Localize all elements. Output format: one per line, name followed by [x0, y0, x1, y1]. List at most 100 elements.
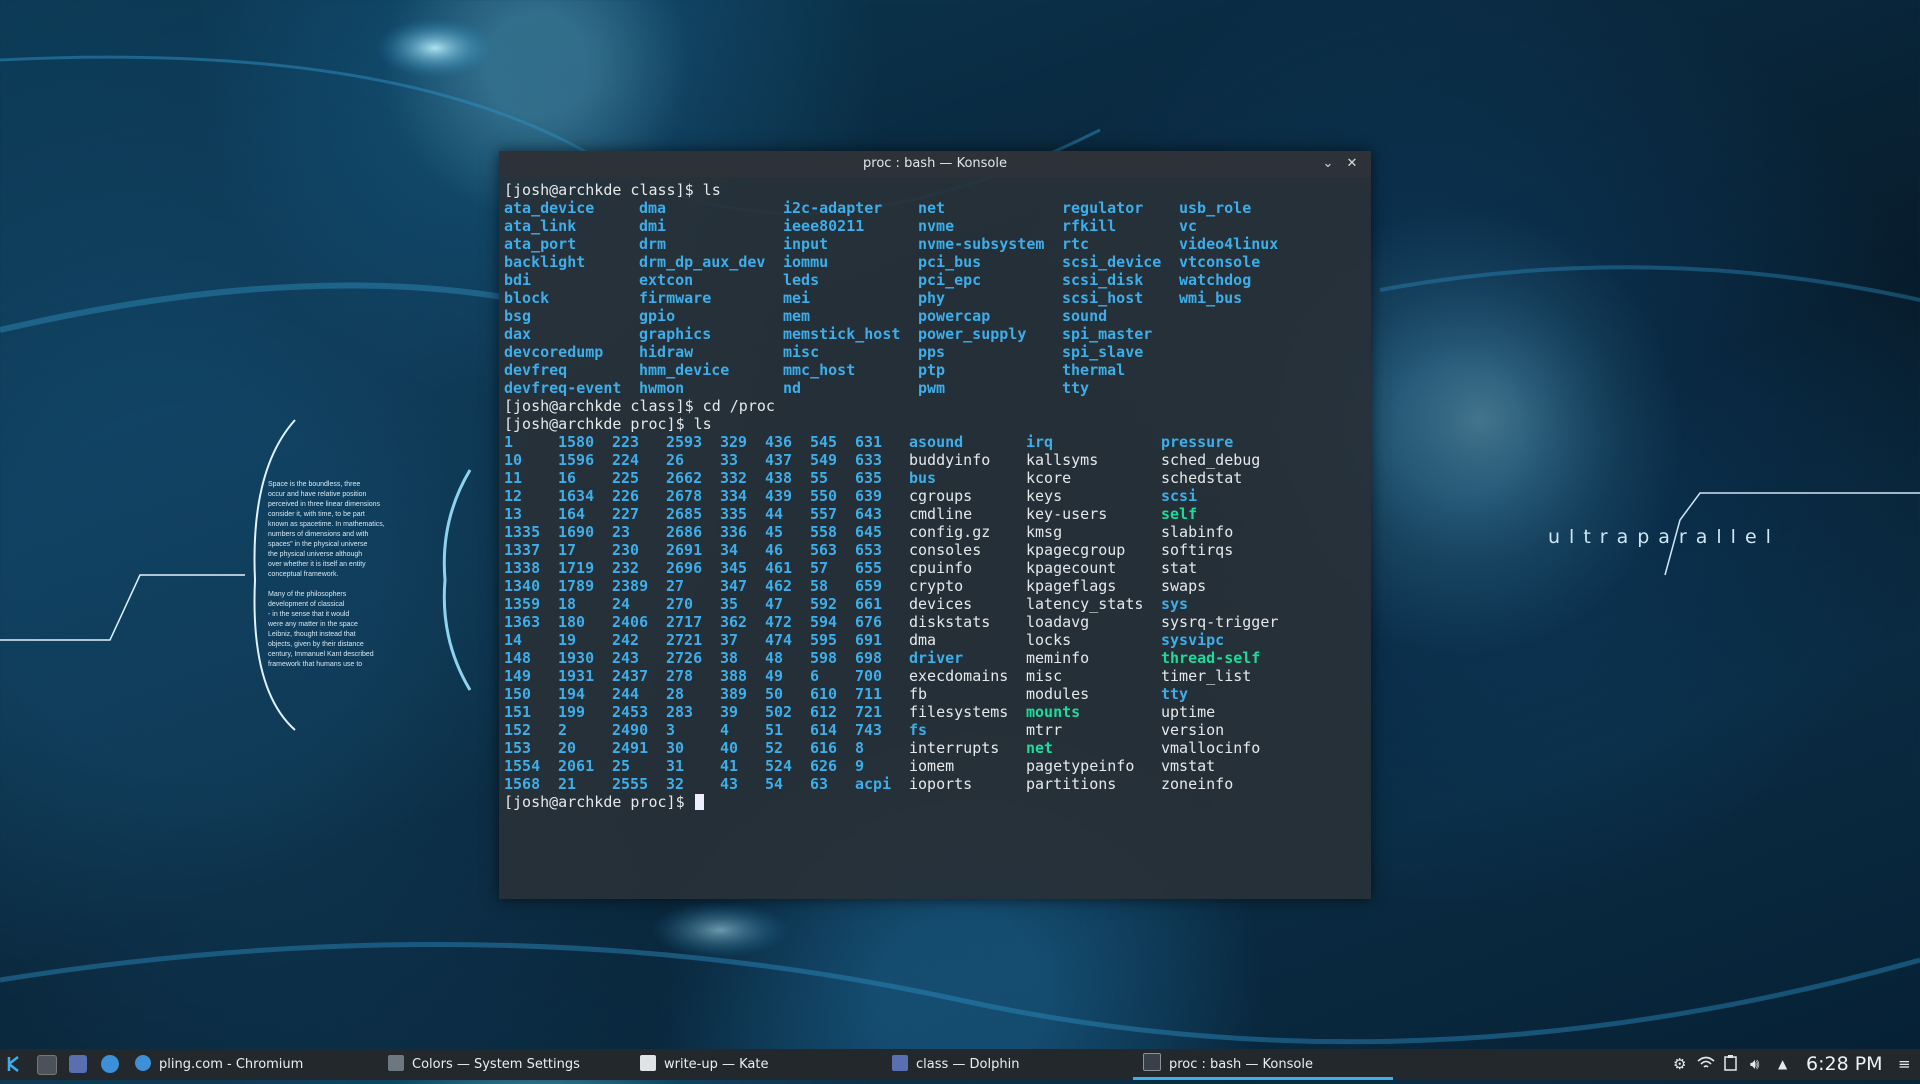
terminal-listing-row: 14 19 242 2721 37 474 595 691 dma locks sysvipc	[504, 631, 1364, 649]
listing-entry: 283	[666, 703, 694, 721]
listing-entry: 194	[558, 685, 586, 703]
listing-entry: timer_list	[1161, 667, 1252, 685]
application-launcher-icon[interactable]	[6, 1055, 24, 1073]
listing-entry: 34	[720, 541, 739, 559]
listing-entry: 711	[855, 685, 883, 703]
listing-entry: stat	[1161, 559, 1198, 577]
listing-entry: net	[918, 199, 946, 217]
listing-entry: mmc_host	[783, 361, 856, 379]
listing-entry: buddyinfo	[909, 451, 991, 469]
listing-entry: self	[1161, 505, 1198, 523]
listing-entry: 437	[765, 451, 793, 469]
terminal-output[interactable]: [josh@archkde class]$ ls ata_device dma i2c…	[504, 181, 1364, 891]
listing-entry: 545	[810, 433, 838, 451]
task-kate[interactable]: write-up — Kate	[640, 1049, 769, 1080]
listing-entry: 18	[558, 595, 577, 613]
listing-entry: sound	[1062, 307, 1108, 325]
task-chromium[interactable]: pling.com - Chromium	[135, 1049, 303, 1080]
terminal-listing-row: 10 1596 224 26 33 437 549 633 buddyinfo kallsyms s…	[504, 451, 1364, 469]
listing-entry: vmallocinfo	[1161, 739, 1261, 757]
listing-entry: firmware	[639, 289, 712, 307]
listing-entry: 2555	[612, 775, 649, 793]
listing-entry: 226	[612, 487, 640, 505]
listing-entry: kallsyms	[1026, 451, 1099, 469]
listing-entry: 21	[558, 775, 577, 793]
listing-entry: 524	[765, 757, 793, 775]
listing-entry: ptp	[918, 361, 946, 379]
kate-icon	[640, 1055, 656, 1071]
taskbar: pling.com - Chromium Colors — System Set…	[0, 1049, 1920, 1080]
listing-entry: 594	[810, 613, 838, 631]
listing-entry: dmi	[639, 217, 667, 235]
listing-entry: 33	[720, 451, 739, 469]
listing-entry: 39	[720, 703, 739, 721]
listing-entry: 2721	[666, 631, 703, 649]
listing-entry: 329	[720, 433, 748, 451]
task-konsole[interactable]: proc : bash — Konsole	[1133, 1049, 1393, 1080]
terminal-listing-row: 11 16 225 2662 332 438 55 635 bus kcore schedstat	[504, 469, 1364, 487]
listing-entry: devices	[909, 595, 973, 613]
listing-entry: tty	[1161, 685, 1189, 703]
listing-entry: 51	[765, 721, 784, 739]
terminal-listing-row: block firmware mei phy scsi_host wmi_bus	[504, 289, 1364, 307]
listing-entry: 1634	[558, 487, 595, 505]
listing-entry: rtc	[1062, 235, 1090, 253]
listing-entry: 335	[720, 505, 748, 523]
listing-entry: 48	[765, 649, 784, 667]
listing-entry: config.gz	[909, 523, 991, 541]
wallpaper-quote-line: numbers of dimensions and with	[268, 531, 369, 538]
listing-entry: thread-self	[1161, 649, 1261, 667]
listing-entry: scsi	[1161, 487, 1198, 505]
listing-entry: 659	[855, 577, 883, 595]
listing-entry: 244	[612, 685, 640, 703]
volume-icon[interactable]: 🔊︎	[1750, 1049, 1759, 1080]
listing-entry: 11	[504, 469, 523, 487]
chromium-launcher-icon[interactable]	[101, 1055, 119, 1073]
listing-entry: 474	[765, 631, 793, 649]
close-icon[interactable]: ✕	[1343, 155, 1361, 173]
terminal-listing-row: devfreq hmm_device mmc_host ptp thermal	[504, 361, 1364, 379]
listing-entry: 612	[810, 703, 838, 721]
show-desktop-icon[interactable]	[37, 1055, 57, 1075]
listing-entry: 49	[765, 667, 784, 685]
terminal-line: [josh@archkde proc]$ ls	[504, 415, 712, 433]
task-label: pling.com - Chromium	[159, 1057, 304, 1072]
wallpaper-quote-line: known as spacetime. In mathematics,	[268, 521, 385, 528]
listing-entry: modules	[1026, 685, 1090, 703]
konsole-window[interactable]: proc : bash — Konsole ⌄ ✕ [josh@archkde …	[499, 151, 1371, 899]
listing-entry: 549	[810, 451, 838, 469]
listing-entry: misc	[783, 343, 820, 361]
listing-entry: iomem	[909, 757, 955, 775]
listing-entry: softirqs	[1161, 541, 1234, 559]
clock[interactable]: 6:28 PM	[1806, 1049, 1883, 1080]
expand-tray-icon[interactable]: ▲	[1778, 1049, 1787, 1080]
task-system-settings[interactable]: Colors — System Settings	[388, 1049, 580, 1080]
listing-entry: 2437	[612, 667, 649, 685]
minimize-icon[interactable]: ⌄	[1319, 155, 1337, 173]
panel-options-icon[interactable]: ≡	[1898, 1049, 1911, 1080]
terminal-listing-row: 1338 1719 232 2696 345 461 57 655 cpuinfo kpageco…	[504, 559, 1364, 577]
listing-entry: 44	[765, 505, 784, 523]
listing-entry: 23	[612, 523, 631, 541]
wallpaper-quote-line: over whether it is itself an entity	[268, 561, 366, 568]
listing-entry: 38	[720, 649, 739, 667]
listing-entry: 223	[612, 433, 640, 451]
listing-entry: 388	[720, 667, 748, 685]
wallpaper-quote-line: Space is the boundless, three	[268, 481, 361, 488]
task-label: proc : bash — Konsole	[1169, 1057, 1313, 1072]
settings-icon[interactable]: ⚙	[1673, 1049, 1686, 1080]
clipboard-icon[interactable]	[1724, 1049, 1737, 1080]
listing-entry: thermal	[1062, 361, 1126, 379]
listing-entry: scsi_disk	[1062, 271, 1144, 289]
terminal-line: [josh@archkde class]$ cd /proc	[504, 397, 775, 415]
window-titlebar[interactable]: proc : bash — Konsole ⌄ ✕	[499, 151, 1371, 177]
dolphin-launcher-icon[interactable]	[69, 1055, 87, 1073]
wallpaper-quote-line: - in the sense that it would	[268, 611, 350, 618]
listing-entry: 47	[765, 595, 784, 613]
listing-entry: loadavg	[1026, 613, 1090, 631]
wifi-icon[interactable]	[1697, 1049, 1715, 1080]
listing-entry: 16	[558, 469, 577, 487]
task-dolphin[interactable]: class — Dolphin	[892, 1049, 1019, 1080]
listing-entry: 1719	[558, 559, 595, 577]
listing-entry: 645	[855, 523, 883, 541]
